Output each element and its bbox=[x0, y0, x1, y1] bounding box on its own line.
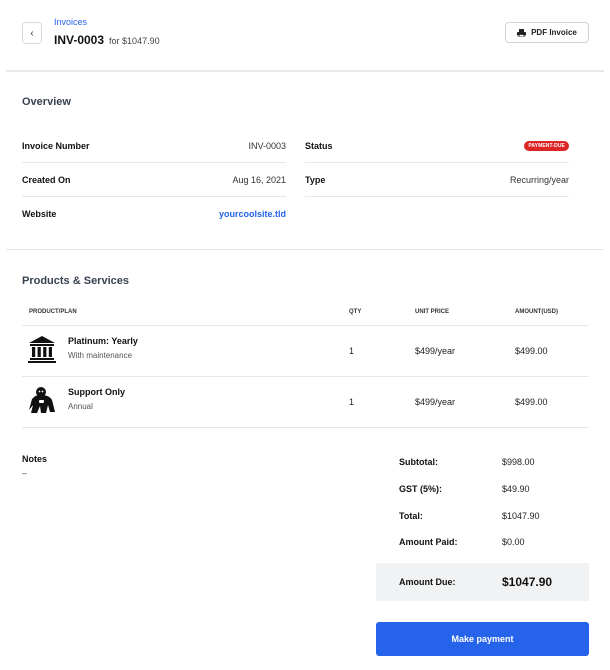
overview-label: Created On bbox=[22, 174, 71, 185]
total-label: Total: bbox=[399, 511, 423, 521]
product-unit-price: $499/year bbox=[415, 397, 456, 407]
overview-invoice-number-row: Invoice Number INV-0003 bbox=[22, 129, 286, 163]
amount-due-panel: Amount Due: $1047.90 bbox=[376, 563, 589, 601]
section-divider bbox=[6, 249, 604, 250]
product-qty: 1 bbox=[349, 346, 355, 356]
gst-label: GST (5%): bbox=[399, 484, 443, 494]
gorilla-icon bbox=[29, 387, 55, 413]
status-badge: PAYMENT-DUE bbox=[524, 140, 569, 151]
product-name: Platinum: Yearly bbox=[68, 336, 138, 346]
amount-paid-value: $0.00 bbox=[502, 537, 525, 547]
column-header-amount: AMOUNT(USD) bbox=[515, 309, 558, 315]
product-unit-price: $499/year bbox=[415, 346, 456, 356]
notes-value: – bbox=[22, 468, 28, 478]
overview-type-row: Type Recurring/year bbox=[305, 163, 569, 197]
table-row: Platinum: Yearly With maintenance 1 $499… bbox=[22, 326, 589, 377]
make-payment-button[interactable]: Make payment bbox=[376, 622, 589, 656]
chevron-left-icon: ‹ bbox=[30, 27, 34, 39]
overview-status-row: Status PAYMENT-DUE bbox=[305, 129, 569, 163]
overview-label: Invoice Number bbox=[22, 140, 90, 151]
overview-value: INV-0003 bbox=[248, 140, 286, 151]
bank-building-icon bbox=[28, 336, 56, 363]
breadcrumb-invoices[interactable]: Invoices bbox=[54, 17, 87, 27]
products-title: Products & Services bbox=[22, 275, 129, 287]
product-amount: $499.00 bbox=[515, 346, 548, 356]
table-row: Support Only Annual 1 $499/year $499.00 bbox=[22, 377, 589, 428]
pdf-invoice-button[interactable]: PDF Invoice bbox=[505, 22, 589, 43]
amount-paid-label: Amount Paid: bbox=[399, 537, 458, 547]
overview-label: Type bbox=[305, 174, 326, 185]
column-header-qty: QTY bbox=[349, 309, 362, 315]
amount-due-value: $1047.90 bbox=[502, 575, 553, 589]
overview-created-on-row: Created On Aug 16, 2021 bbox=[22, 163, 286, 197]
invoice-amount-summary: for $1047.90 bbox=[109, 36, 160, 46]
back-button[interactable]: ‹ bbox=[22, 22, 42, 44]
amount-due-label: Amount Due: bbox=[399, 577, 456, 587]
overview-title: Overview bbox=[22, 96, 71, 108]
product-qty: 1 bbox=[349, 397, 355, 407]
overview-label: Website bbox=[22, 209, 57, 219]
printer-icon bbox=[517, 28, 527, 37]
subtotal-label: Subtotal: bbox=[399, 457, 438, 467]
overview-value: Recurring/year bbox=[509, 174, 569, 185]
invoice-id: INV-0003 bbox=[54, 33, 105, 47]
overview-website-row: Website yourcoolsite.tld bbox=[22, 197, 286, 231]
column-header-unit-price: UNIT PRICE bbox=[415, 309, 450, 315]
column-header-product: PRODUCT/PLAN bbox=[29, 309, 77, 315]
page-title: INV-0003 for $1047.90 bbox=[54, 33, 160, 47]
header-divider bbox=[6, 70, 604, 72]
notes-label: Notes bbox=[22, 454, 48, 464]
overview-label: Status bbox=[305, 140, 333, 151]
website-link[interactable]: yourcoolsite.tld bbox=[219, 209, 286, 219]
overview-value: Aug 16, 2021 bbox=[232, 174, 286, 185]
pdf-invoice-label: PDF Invoice bbox=[531, 28, 577, 37]
product-amount: $499.00 bbox=[515, 397, 548, 407]
product-subtitle: With maintenance bbox=[68, 351, 133, 360]
subtotal-value: $998.00 bbox=[502, 457, 535, 467]
product-subtitle: Annual bbox=[68, 402, 93, 411]
gst-value: $49.90 bbox=[502, 484, 530, 494]
product-name: Support Only bbox=[68, 387, 125, 397]
total-value: $1047.90 bbox=[502, 511, 540, 521]
